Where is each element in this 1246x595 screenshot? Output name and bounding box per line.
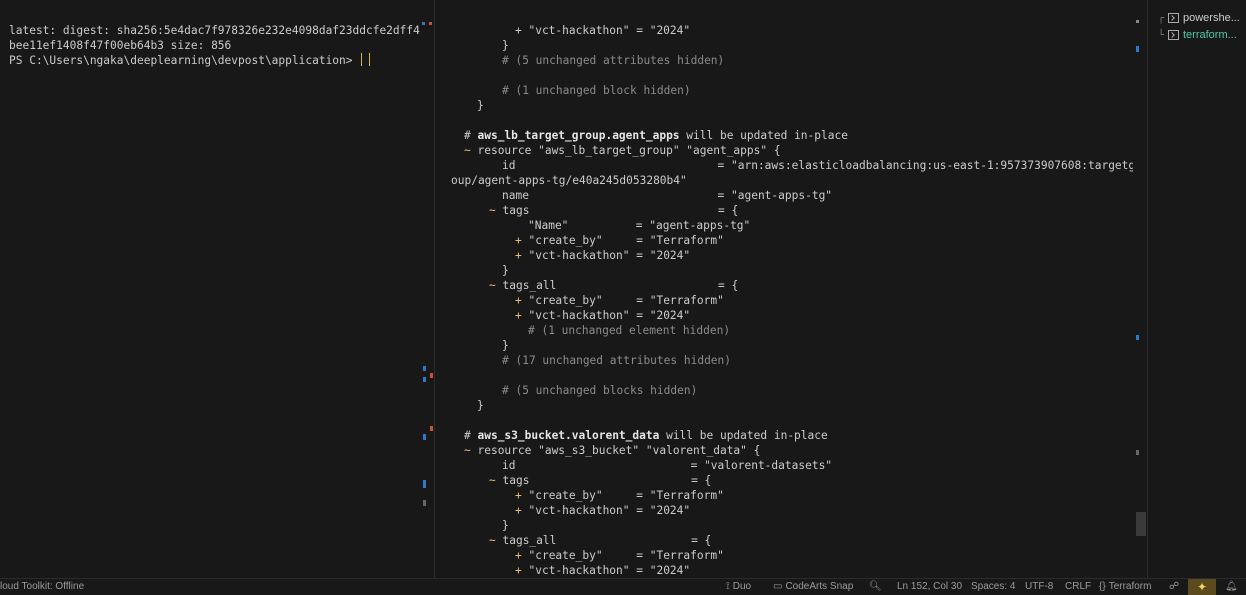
plan-line: + "vct-hackathon" = "2024" — [515, 309, 691, 322]
plan-line: "Name" = "agent-apps-tg" — [528, 219, 751, 232]
plan-line: } — [477, 99, 484, 112]
plan-line: + "vct-hackathon" = "2024" — [515, 24, 691, 37]
plan-line: ~ tags_all = { — [489, 279, 739, 292]
plan-line: id = "valorent-datasets" — [502, 459, 833, 472]
terminal-output-line: bee11ef1408f47f00eb64b3 size: 856 — [9, 39, 232, 52]
right-terminal-pane[interactable]: + "vct-hackathon" = "2024" } # (5 unchan… — [435, 0, 1142, 578]
plan-comment: # (5 unchanged blocks hidden) — [502, 384, 698, 397]
plan-resource-header: # aws_lb_target_group.agent_apps will be… — [464, 129, 848, 142]
terminal-cursor — [361, 53, 371, 66]
plan-line: } — [502, 519, 509, 532]
terminal-prompt-line[interactable]: PS C:\Users\ngaka\deeplearning\devpost\a… — [9, 53, 371, 68]
plan-line: } — [502, 339, 509, 352]
duo-icon: ⟟ — [726, 581, 730, 592]
plan-resource-header: # aws_s3_bucket.valorent_data will be up… — [464, 429, 828, 442]
plan-comment: # (1 unchanged block hidden) — [502, 84, 691, 97]
sparkle-icon[interactable]: ✦ — [1188, 579, 1216, 595]
plan-line: ~ resource "aws_s3_bucket" "valorent_dat… — [464, 444, 761, 457]
ruler-mark — [429, 22, 432, 25]
plan-line: + "create_by" = "Terraform" — [515, 234, 724, 247]
notifications-icon[interactable]: 🔔︎ — [1225, 581, 1238, 592]
scrollbar-thumb[interactable] — [1136, 512, 1146, 536]
plan-line: ~ tags_all = { — [489, 534, 712, 547]
plan-comment: # (1 unchanged element hidden) — [528, 324, 731, 337]
ruler-mark — [1136, 46, 1139, 52]
plan-line: } — [477, 399, 484, 412]
left-terminal-pane[interactable]: latest: digest: sha256:5e4dac7f978326e23… — [0, 0, 440, 578]
ruler-mark — [1136, 450, 1139, 455]
plan-line: + "create_by" = "Terraform" — [515, 294, 724, 307]
braces-icon: {} — [1099, 581, 1106, 592]
plan-comment: # (5 unchanged attributes hidden) — [502, 54, 725, 67]
plan-line: ~ tags = { — [489, 474, 712, 487]
right-overview-ruler[interactable] — [1133, 0, 1147, 578]
plan-comment: # (17 unchanged attributes hidden) — [502, 354, 732, 367]
terminal-icon — [1168, 13, 1179, 23]
ruler-mark — [423, 434, 426, 440]
status-eol[interactable]: CRLF — [1065, 581, 1091, 592]
accounts-icon[interactable]: ☍ — [1169, 581, 1179, 592]
terminal-list — [1148, 0, 1246, 578]
ruler-mark — [430, 373, 433, 378]
terminal-icon — [1168, 30, 1179, 40]
ruler-mark — [1136, 20, 1139, 23]
plan-line: + "create_by" = "Terraform" — [515, 549, 724, 562]
ruler-mark — [1136, 335, 1139, 340]
codearts-icon: ▭ — [773, 581, 783, 592]
plan-line: + "vct-hackathon" = "2024" — [515, 564, 691, 577]
plan-line: ~ tags = { — [489, 204, 739, 217]
plan-line: id = "arn:aws:elasticloadbalancing:us-ea… — [502, 159, 1142, 172]
plan-line: } — [502, 264, 509, 277]
status-codearts[interactable]: ▭ CodeArts Snap — [773, 581, 853, 592]
ruler-mark — [423, 377, 426, 382]
status-language[interactable]: {} Terraform — [1099, 581, 1151, 592]
plan-line: } — [502, 39, 509, 52]
terminal-output-line: latest: digest: sha256:5e4dac7f978326e23… — [9, 24, 441, 37]
status-toolkit[interactable]: loud Toolkit: Offline — [0, 581, 84, 592]
ruler-mark — [423, 480, 426, 488]
plan-line: name = "agent-apps-tg" — [502, 189, 833, 202]
plan-line: oup/agent-apps-tg/e40a245d053280b4" — [451, 174, 687, 187]
ruler-mark — [423, 366, 426, 371]
status-cursor-position[interactable]: Ln 152, Col 30 — [897, 581, 962, 592]
terminal-list-item-powershell[interactable]: ┌ powershe... — [1158, 12, 1240, 24]
zoom-icon[interactable]: 🔍︎ — [869, 581, 882, 592]
terminal-list-item-terraform[interactable]: └ terraform... — [1158, 29, 1237, 41]
plan-line: + "create_by" = "Terraform" — [515, 489, 724, 502]
terminal-prompt: PS C:\Users\ngaka\deeplearning\devpost\a… — [9, 54, 360, 67]
status-duo[interactable]: ⟟ Duo — [726, 581, 751, 592]
ruler-mark — [422, 22, 425, 25]
plan-line: + "vct-hackathon" = "2024" — [515, 249, 691, 262]
status-indentation[interactable]: Spaces: 4 — [971, 581, 1015, 592]
plan-line: ~ resource "aws_lb_target_group" "agent_… — [464, 144, 781, 157]
ruler-mark — [430, 426, 433, 431]
plan-line: + "vct-hackathon" = "2024" — [515, 504, 691, 517]
status-bar: loud Toolkit: Offline ⟟ Duo ▭ CodeArts Sna… — [0, 578, 1246, 595]
ruler-mark — [423, 500, 426, 506]
status-encoding[interactable]: UTF-8 — [1025, 581, 1053, 592]
left-overview-ruler[interactable] — [420, 0, 434, 578]
